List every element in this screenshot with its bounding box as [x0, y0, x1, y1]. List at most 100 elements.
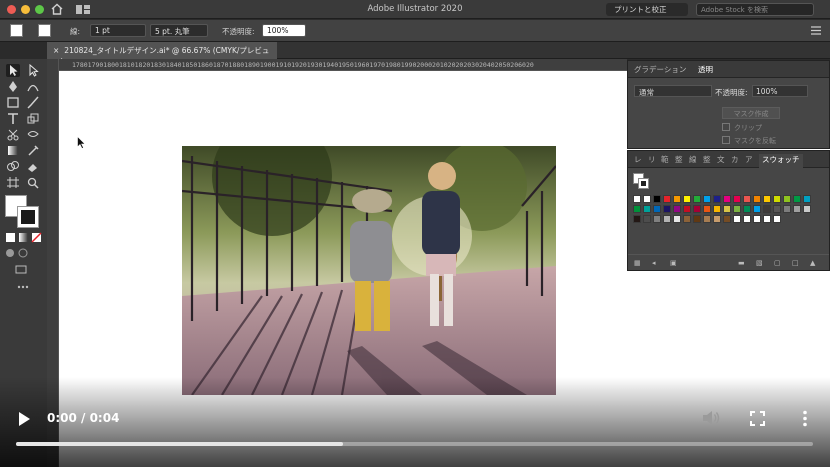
color-swatch[interactable] [653, 215, 661, 223]
color-swatch[interactable] [713, 205, 721, 213]
swatch-stroke-indicator[interactable] [638, 178, 649, 189]
color-swatch[interactable] [753, 215, 761, 223]
tab-swatches[interactable]: スウォッチ [759, 154, 803, 168]
draw-behind-icon[interactable] [17, 247, 31, 260]
color-swatch[interactable] [683, 215, 691, 223]
invert-mask-checkbox[interactable]: マスクを反転 [722, 136, 776, 146]
tab-stroke[interactable]: 線 [689, 154, 697, 165]
color-swatch[interactable] [673, 205, 681, 213]
new-folder-icon[interactable]: ▧ [756, 259, 763, 267]
none-mode-icon[interactable] [30, 231, 44, 244]
color-swatch[interactable] [743, 215, 751, 223]
play-icon[interactable] [17, 411, 31, 427]
color-swatch[interactable] [663, 215, 671, 223]
color-swatch[interactable] [703, 195, 711, 203]
fill-color-swatch[interactable] [10, 24, 23, 37]
add-swatch-icon[interactable]: □ [792, 259, 799, 267]
color-swatch[interactable] [763, 205, 771, 213]
color-swatch[interactable] [773, 215, 781, 223]
new-swatch-icon[interactable]: ▢ [774, 259, 781, 267]
color-swatch[interactable] [653, 195, 661, 203]
color-swatch[interactable] [733, 195, 741, 203]
artboard-tool-icon[interactable] [6, 176, 20, 189]
color-swatch[interactable] [753, 195, 761, 203]
color-swatch[interactable] [723, 215, 731, 223]
color-swatch[interactable] [723, 205, 731, 213]
eyedropper-tool-icon[interactable] [26, 144, 40, 157]
color-swatch[interactable] [713, 195, 721, 203]
gradient-tool-icon[interactable] [6, 144, 20, 157]
stroke-color-swatch[interactable] [38, 24, 51, 37]
color-swatch[interactable] [653, 205, 661, 213]
shape-builder-tool-icon[interactable] [6, 160, 20, 173]
tab-color[interactable]: カ [731, 154, 739, 165]
color-swatch[interactable] [773, 195, 781, 203]
stroke-indicator[interactable] [17, 206, 39, 228]
tab-appearance[interactable]: ア [745, 154, 753, 165]
screen-mode-icon[interactable] [14, 263, 28, 276]
panel-menu-icon[interactable] [811, 26, 821, 35]
close-tab-icon[interactable]: × [53, 46, 59, 55]
swatch-library-icon[interactable]: ▦ [634, 259, 641, 267]
color-swatch[interactable] [803, 205, 811, 213]
swatch-options-icon[interactable]: ▣ [670, 259, 677, 267]
color-swatch[interactable] [743, 205, 751, 213]
color-swatch[interactable] [663, 205, 671, 213]
color-swatch[interactable] [633, 195, 641, 203]
stroke-weight-field[interactable]: 1 pt [90, 24, 146, 37]
color-swatch[interactable] [723, 195, 731, 203]
color-swatch[interactable] [703, 215, 711, 223]
color-swatch[interactable] [633, 205, 641, 213]
more-options-icon[interactable] [800, 410, 810, 427]
tab-layers[interactable]: レ [634, 154, 642, 165]
tab-gradient[interactable]: グラデーション [634, 64, 686, 75]
color-swatch[interactable] [693, 215, 701, 223]
tab-links[interactable]: リ [648, 154, 656, 165]
tab-character[interactable]: 文 [717, 154, 725, 165]
curvature-tool-icon[interactable] [26, 80, 40, 93]
color-swatch[interactable] [733, 205, 741, 213]
volume-icon[interactable] [702, 410, 720, 426]
live-paint-tool-icon[interactable] [26, 160, 40, 173]
blend-mode-select[interactable]: 通常 [634, 85, 712, 97]
color-swatch[interactable] [663, 195, 671, 203]
video-progress-bar[interactable] [16, 442, 813, 446]
color-swatch[interactable] [713, 215, 721, 223]
brush-definition-select[interactable]: 5 pt. 丸筆 [150, 24, 208, 37]
color-swatch[interactable] [793, 195, 801, 203]
draw-normal-icon[interactable] [4, 247, 18, 260]
edit-toolbar-icon[interactable] [16, 281, 30, 294]
make-mask-button[interactable]: マスク作成 [722, 107, 780, 119]
color-swatch[interactable] [703, 205, 711, 213]
clip-checkbox[interactable]: クリップ [722, 123, 762, 133]
warp-tool-icon[interactable] [26, 128, 40, 141]
selection-tool-icon[interactable] [6, 64, 20, 77]
color-swatch[interactable] [793, 205, 801, 213]
color-swatch[interactable] [683, 205, 691, 213]
color-swatch[interactable] [693, 195, 701, 203]
paintbrush-tool-icon[interactable] [26, 96, 40, 109]
color-swatch[interactable] [673, 195, 681, 203]
tab-align[interactable]: 整 [675, 154, 683, 165]
color-swatch[interactable] [693, 205, 701, 213]
color-swatch[interactable] [673, 215, 681, 223]
direct-selection-tool-icon[interactable] [26, 63, 40, 77]
document-tab[interactable]: × 210824_タイトルデザイン.ai* @ 66.67% (CMYK/プレビュ… [47, 42, 277, 66]
trash-icon[interactable]: ▲ [810, 259, 815, 267]
color-swatch[interactable] [783, 195, 791, 203]
color-swatch[interactable] [643, 215, 651, 223]
color-swatch[interactable] [743, 195, 751, 203]
workspace-switcher[interactable]: プリントと校正 [606, 3, 688, 16]
new-color-group-icon[interactable]: ▬ [738, 259, 745, 267]
opacity-field[interactable]: 100% [262, 24, 306, 37]
color-swatch[interactable] [643, 205, 651, 213]
color-swatch[interactable] [683, 195, 691, 203]
color-swatch[interactable] [763, 195, 771, 203]
color-swatch[interactable] [763, 215, 771, 223]
scale-tool-icon[interactable] [26, 112, 40, 125]
color-swatch[interactable] [803, 195, 811, 203]
show-kinds-icon[interactable]: ◂ [652, 259, 656, 267]
tab-pathfinder[interactable]: 範 [661, 154, 669, 165]
fullscreen-icon[interactable] [750, 411, 765, 426]
color-swatch[interactable] [773, 205, 781, 213]
